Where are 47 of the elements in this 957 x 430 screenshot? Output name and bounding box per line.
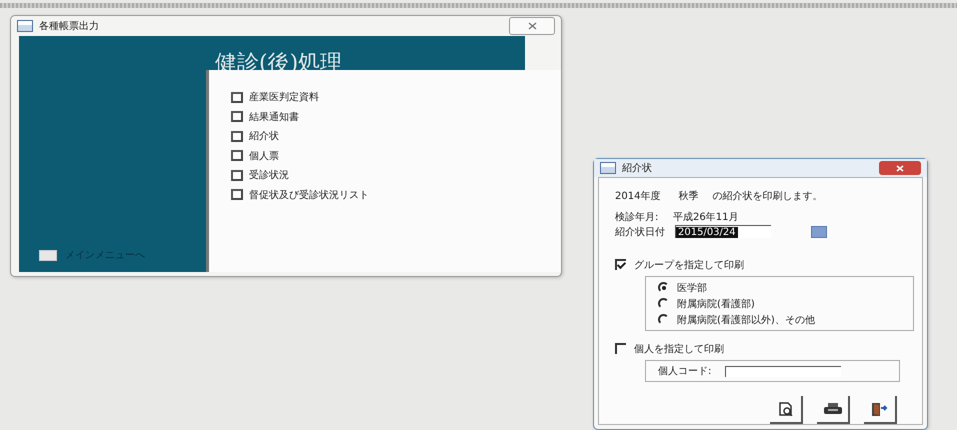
menu-item-label: 督促状及び受診状況リスト bbox=[249, 188, 369, 202]
checkbox[interactable] bbox=[615, 343, 626, 354]
menu-item-label: 個人票 bbox=[249, 150, 279, 163]
menu-button[interactable] bbox=[231, 111, 243, 122]
radio-label: 附属病院(看護部) bbox=[677, 298, 755, 310]
menu-button[interactable] bbox=[231, 150, 243, 162]
menu-item-label: 受診状況 bbox=[249, 168, 289, 182]
close-icon bbox=[528, 22, 536, 30]
exit-button[interactable] bbox=[864, 396, 897, 424]
person-code-field[interactable] bbox=[725, 366, 842, 376]
menu-button[interactable] bbox=[231, 92, 243, 103]
calendar-icon[interactable] bbox=[811, 226, 827, 238]
exit-door-icon bbox=[870, 402, 888, 416]
radio-button[interactable] bbox=[658, 282, 669, 293]
window-title: 各種帳票出力 bbox=[39, 20, 99, 33]
radio-label: 医学部 bbox=[677, 282, 707, 294]
exam-month-label: 検診年月: bbox=[615, 210, 660, 224]
fiscal-year: 2014年度 bbox=[615, 190, 660, 202]
checkbox[interactable] bbox=[615, 259, 626, 270]
person-code-label: 個人コード: bbox=[658, 365, 712, 378]
radio-button[interactable] bbox=[658, 314, 669, 325]
close-button[interactable] bbox=[509, 17, 555, 35]
main-menu-button[interactable] bbox=[39, 250, 57, 260]
close-button[interactable] bbox=[879, 161, 921, 175]
print-message: の紹介状を印刷します。 bbox=[712, 190, 822, 202]
window-icon bbox=[600, 162, 616, 174]
menu-button[interactable] bbox=[231, 130, 243, 142]
window-title: 紹介状 bbox=[622, 162, 652, 175]
radio-label: 附属病院(看護部以外)、その他 bbox=[677, 314, 815, 326]
checkbox-label: グループを指定して印刷 bbox=[634, 258, 744, 272]
preview-button[interactable] bbox=[770, 396, 803, 424]
date-label: 紹介状日付 bbox=[615, 226, 666, 238]
menu-item-label: 紹介状 bbox=[249, 130, 279, 144]
preview-icon bbox=[778, 402, 794, 416]
menu-button[interactable] bbox=[231, 170, 243, 181]
date-field[interactable]: 2015/03/24 bbox=[675, 225, 771, 238]
season: 秋季 bbox=[678, 190, 698, 202]
checkbox-label: 個人を指定して印刷 bbox=[634, 342, 724, 356]
menu-item-label: 結果通知書 bbox=[249, 110, 299, 124]
radio-button[interactable] bbox=[658, 298, 669, 309]
menu-button[interactable] bbox=[231, 189, 243, 200]
printer-icon bbox=[824, 403, 842, 415]
window-icon bbox=[17, 20, 33, 32]
close-icon bbox=[896, 164, 904, 172]
print-button[interactable] bbox=[817, 396, 850, 424]
menu-item-label: 産業医判定資料 bbox=[249, 90, 319, 104]
exam-month: 平成26年11月 bbox=[673, 210, 738, 224]
